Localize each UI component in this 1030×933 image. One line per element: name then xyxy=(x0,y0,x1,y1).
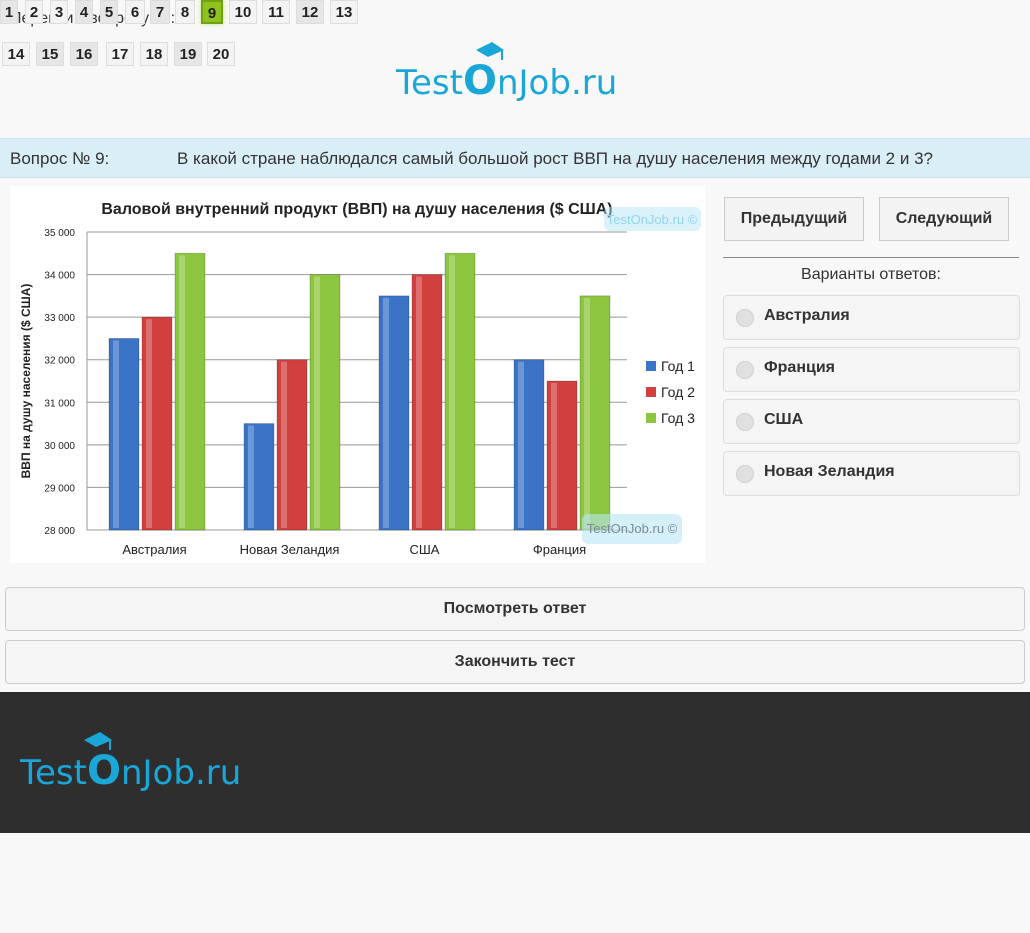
bar-highlight xyxy=(551,383,557,528)
legend-swatch-3 xyxy=(646,413,656,423)
question-nav-button-11[interactable]: 11 xyxy=(262,0,290,24)
bar-highlight xyxy=(518,361,524,528)
bar-highlight xyxy=(146,319,152,528)
logo-text-test: Test xyxy=(20,753,87,793)
question-nav-button-5[interactable]: 5 xyxy=(100,0,118,24)
bar-highlight xyxy=(416,276,422,528)
question-nav-button-7[interactable]: 7 xyxy=(150,0,170,24)
question-nav-button-4[interactable]: 4 xyxy=(75,0,93,24)
y-tick-label: 30 000 xyxy=(44,441,75,452)
question-number: Вопрос № 9: xyxy=(10,149,110,168)
question-nav-button-14[interactable]: 14 xyxy=(2,42,30,66)
answer-option-australia[interactable]: Австралия xyxy=(723,295,1020,340)
question-nav-button-9[interactable]: 9 xyxy=(201,0,223,24)
question-nav-button-19[interactable]: 19 xyxy=(174,42,202,66)
question-nav-button-8[interactable]: 8 xyxy=(175,0,195,24)
question-nav-button-13[interactable]: 13 xyxy=(330,0,358,24)
show-answer-button[interactable]: Посмотреть ответ xyxy=(5,587,1025,631)
bar-highlight xyxy=(179,255,185,528)
gdp-chart: Валовой внутренний продукт (ВВП) на душу… xyxy=(10,186,705,563)
x-category-label: Новая Зеландия xyxy=(240,542,340,557)
logo-text-o: O xyxy=(462,58,497,104)
chart-title: Валовой внутренний продукт (ВВП) на душу… xyxy=(101,201,612,218)
question-nav-button-20[interactable]: 20 xyxy=(207,42,235,66)
question-nav-button-1[interactable]: 1 xyxy=(0,0,18,24)
answer-option-new-zealand[interactable]: Новая Зеландия xyxy=(723,451,1020,496)
watermark-text: TestOnJob.ru © xyxy=(607,212,698,227)
question-nav-button-3[interactable]: 3 xyxy=(50,0,68,24)
x-category-label: Франция xyxy=(533,542,586,557)
logo-text-test: Test xyxy=(396,63,463,103)
y-tick-label: 34 000 xyxy=(44,271,75,282)
chart-svg: Валовой внутренний продукт (ВВП) на душу… xyxy=(19,201,701,557)
question-nav-button-16[interactable]: 16 xyxy=(70,42,98,66)
question-text: В какой стране наблюдался самый большой … xyxy=(177,149,933,168)
x-category-label: США xyxy=(410,542,440,557)
legend-label-3: Год 3 xyxy=(661,410,695,426)
answer-label: Франция xyxy=(764,359,835,376)
logo-text-rest: nJob.ru xyxy=(120,753,242,793)
question-nav-button-2[interactable]: 2 xyxy=(25,0,43,24)
y-tick-label: 31 000 xyxy=(44,398,75,409)
question-nav-button-10[interactable]: 10 xyxy=(229,0,257,24)
y-tick-label: 32 000 xyxy=(44,356,75,367)
radio-icon[interactable] xyxy=(736,309,754,327)
answer-label: США xyxy=(764,411,804,428)
next-button[interactable]: Следующий xyxy=(879,197,1009,241)
answer-label: Австралия xyxy=(764,307,850,324)
answer-option-france[interactable]: Франция xyxy=(723,347,1020,392)
bar-highlight xyxy=(314,276,320,528)
radio-icon[interactable] xyxy=(736,465,754,483)
answer-label: Новая Зеландия xyxy=(764,463,895,480)
legend-swatch-1 xyxy=(646,361,656,371)
radio-icon[interactable] xyxy=(736,361,754,379)
question-nav-button-6[interactable]: 6 xyxy=(125,0,145,24)
x-category-label: Австралия xyxy=(122,542,186,557)
logo-text-rest: nJob.ru xyxy=(496,63,618,103)
legend-swatch-2 xyxy=(646,387,656,397)
bar-highlight xyxy=(281,361,287,528)
bar-highlight xyxy=(248,425,254,528)
radio-icon[interactable] xyxy=(736,413,754,431)
answers-label: Варианты ответов: xyxy=(801,266,941,283)
bar-highlight xyxy=(584,297,590,528)
bar-highlight xyxy=(113,340,119,528)
legend-label-2: Год 2 xyxy=(661,384,695,400)
bar-highlight xyxy=(449,255,455,528)
y-tick-label: 29 000 xyxy=(44,483,75,494)
prev-button[interactable]: Предыдущий xyxy=(724,197,864,241)
brand-logo-footer[interactable]: TestOnJob.ru xyxy=(20,730,265,794)
question-nav-button-18[interactable]: 18 xyxy=(140,42,168,66)
footer: TestOnJob.ru xyxy=(0,692,1030,833)
brand-logo-top[interactable]: TestOnJob.ru xyxy=(396,40,641,104)
question-nav-button-17[interactable]: 17 xyxy=(106,42,134,66)
bar-highlight xyxy=(383,297,389,528)
question-nav-button-12[interactable]: 12 xyxy=(296,0,324,24)
question-bar: Вопрос № 9: В какой стране наблюдался са… xyxy=(0,138,1030,178)
watermark-text: TestOnJob.ru © xyxy=(587,521,678,536)
y-axis-label: ВВП на душу населения ($ США) xyxy=(19,284,33,479)
divider xyxy=(723,257,1019,258)
answer-option-usa[interactable]: США xyxy=(723,399,1020,444)
y-tick-label: 28 000 xyxy=(44,526,75,537)
finish-test-button[interactable]: Закончить тест xyxy=(5,640,1025,684)
y-tick-label: 35 000 xyxy=(44,228,75,239)
legend-label-1: Год 1 xyxy=(661,358,695,374)
y-tick-label: 33 000 xyxy=(44,313,75,324)
question-nav-button-15[interactable]: 15 xyxy=(36,42,64,66)
logo-text-o: O xyxy=(86,748,121,794)
